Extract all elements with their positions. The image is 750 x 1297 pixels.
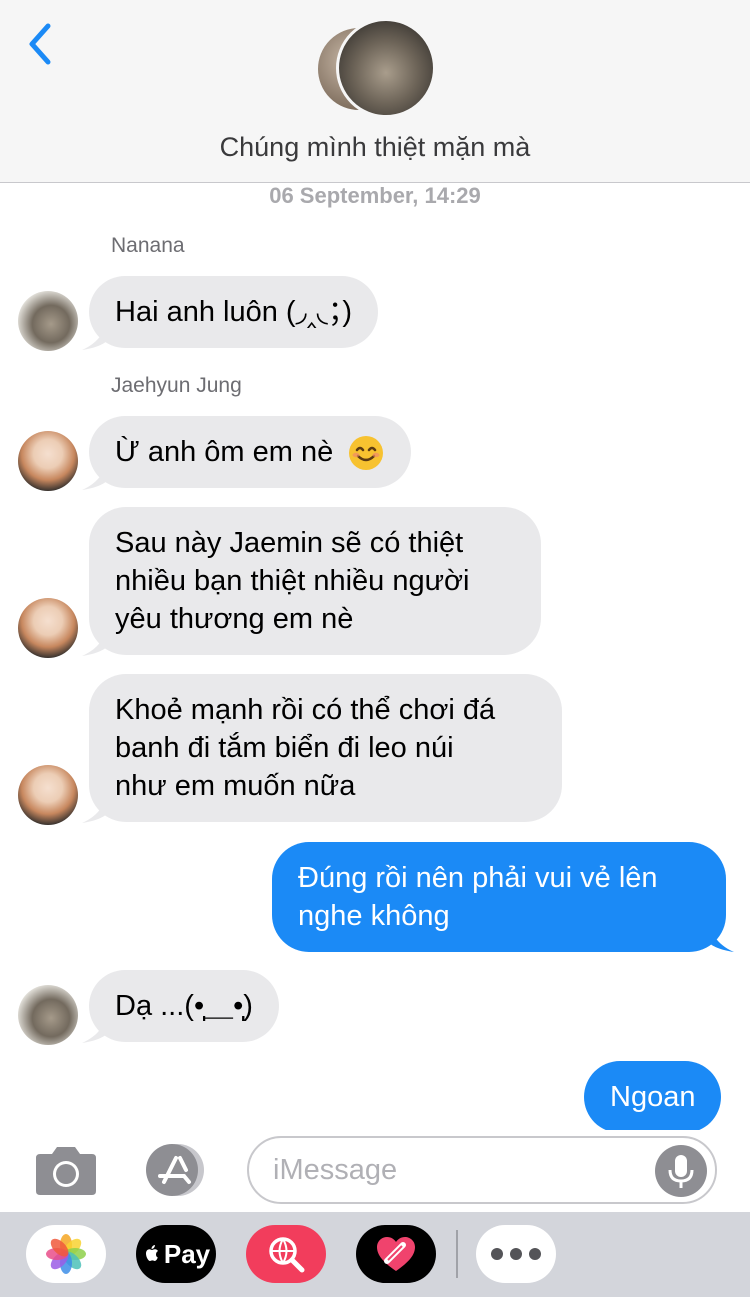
app-store-icon [146, 1144, 204, 1196]
apple-pay-label: Pay [163, 1238, 211, 1269]
digital-touch-app-button[interactable] [356, 1225, 436, 1283]
app-store-button[interactable] [140, 1142, 212, 1198]
message-text: Hai anh luôn (◞‸◟；) [115, 296, 352, 328]
chat-title[interactable]: Chúng mình thiệt mặn mà [0, 132, 750, 163]
chevron-left-icon [29, 23, 51, 65]
message-text: Ừ anh ôm em nè [115, 436, 334, 468]
message-text: Ngoan [610, 1081, 696, 1113]
group-avatar[interactable] [316, 18, 436, 120]
member-avatar-2 [336, 18, 436, 118]
sender-name: Nanana [111, 234, 185, 257]
message-line: Sau này Jaemin sẽ có thiệt [115, 527, 464, 559]
message-line: như em muốn nữa [115, 770, 356, 802]
smiling-face-icon [349, 436, 384, 471]
apple-pay-button[interactable]: Pay [136, 1225, 216, 1283]
web-search-app-button[interactable] [246, 1225, 326, 1283]
message-input[interactable] [273, 1150, 653, 1190]
message-timestamp: 06 September, 14:29 [269, 183, 481, 208]
camera-icon [36, 1147, 96, 1195]
avatar[interactable] [18, 985, 78, 1045]
message-bubble[interactable]: Sau này Jaemin sẽ có thiệt nhiều bạn thi… [89, 507, 541, 655]
avatar[interactable] [18, 431, 78, 491]
message-line: banh đi tắm biển đi leo núi [115, 732, 454, 764]
sender-name: Jaehyun Jung [111, 374, 242, 397]
message-bubble[interactable]: Dạ ...(•̩̩̩̩＿•̩̩̩̩) [89, 970, 279, 1042]
avatar[interactable] [18, 598, 78, 658]
avatar[interactable] [18, 765, 78, 825]
message-bubble[interactable]: Khoẻ mạnh rồi có thể chơi đá banh đi tắm… [89, 674, 562, 822]
app-drawer: Pay [0, 1212, 750, 1297]
avatar[interactable] [18, 291, 78, 351]
web-search-icon [269, 1237, 305, 1273]
more-icon [491, 1248, 541, 1260]
message-line: nhiều bạn thiệt nhiều người [115, 565, 470, 597]
microphone-icon [668, 1155, 694, 1188]
message-line: yêu thương em nè [115, 603, 354, 635]
message-line: Đúng rồi nên phải vui vẻ lên [298, 862, 658, 894]
apple-logo-icon [145, 1245, 158, 1261]
microphone-button[interactable] [655, 1145, 707, 1197]
compose-bar [0, 1130, 750, 1212]
message-text: Dạ ...(•̩̩̩̩＿•̩̩̩̩) [115, 990, 253, 1022]
message-line: nghe không [298, 900, 450, 932]
back-button[interactable] [22, 20, 62, 68]
digital-touch-icon [377, 1237, 415, 1271]
message-bubble[interactable]: Ừ anh ôm em nè [89, 416, 412, 488]
camera-button[interactable] [32, 1144, 100, 1198]
conversation-header: Chúng mình thiệt mặn mà [0, 0, 750, 183]
message-bubble-outgoing[interactable]: Đúng rồi nên phải vui vẻ lên nghe không [272, 842, 726, 952]
more-apps-button[interactable] [476, 1225, 556, 1283]
photos-icon [46, 1234, 86, 1274]
message-field[interactable] [247, 1136, 717, 1204]
message-line: Khoẻ mạnh rồi có thể chơi đá [115, 694, 496, 726]
message-bubble-outgoing[interactable]: Ngoan [584, 1061, 722, 1133]
drawer-divider [456, 1230, 458, 1278]
message-bubble[interactable]: Hai anh luôn (◞‸◟；) [89, 276, 378, 348]
photos-app-button[interactable] [26, 1225, 106, 1283]
